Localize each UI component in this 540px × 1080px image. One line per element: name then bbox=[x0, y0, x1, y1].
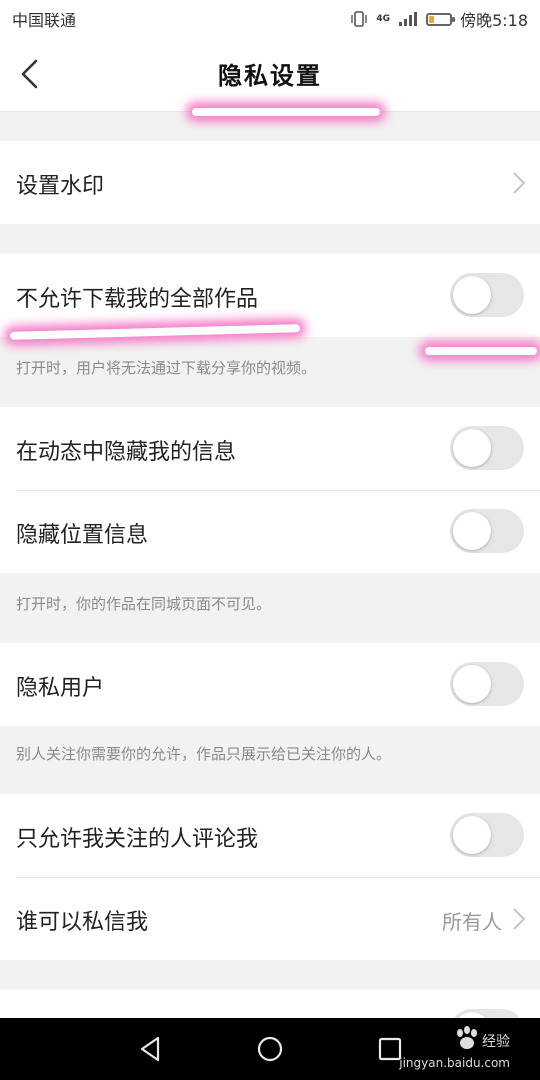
row-divider bbox=[16, 877, 540, 878]
triangle-back-icon[interactable] bbox=[136, 1034, 166, 1064]
setting-label: 谁可以私信我 bbox=[16, 910, 149, 935]
network-type-icon: 4G bbox=[376, 13, 391, 24]
toggle-hide-location[interactable] bbox=[450, 509, 524, 553]
description-location: 打开时，你的作品在同城页面不可见。 bbox=[16, 595, 272, 613]
setting-label: 只允许我关注的人评论我 bbox=[16, 827, 259, 852]
toggle-knob bbox=[453, 276, 491, 314]
clock: 傍晚5:18 bbox=[460, 11, 528, 30]
setting-row-hide-activity[interactable]: 在动态中隐藏我的信息 bbox=[0, 407, 540, 490]
toggle-knob bbox=[453, 816, 491, 854]
nav-header: 隐私设置 bbox=[0, 38, 540, 112]
chevron-right-icon bbox=[513, 908, 526, 930]
watermark-logo-text: 经验 bbox=[482, 1034, 510, 1050]
battery-icon bbox=[426, 12, 456, 26]
vibrate-icon bbox=[351, 11, 368, 27]
toggle-knob bbox=[453, 429, 491, 467]
toggle-disallow-download[interactable] bbox=[450, 273, 524, 317]
setting-row-hide-location[interactable]: 隐藏位置信息 bbox=[0, 490, 540, 573]
setting-label: 隐私用户 bbox=[16, 676, 105, 701]
setting-label: 设置水印 bbox=[16, 174, 105, 199]
battery-level bbox=[429, 15, 435, 23]
description-download: 打开时，用户将无法通过下载分享你的视频。 bbox=[16, 359, 317, 377]
setting-row-who-can-message[interactable]: 谁可以私信我 所有人 bbox=[0, 877, 540, 960]
page-title: 隐私设置 bbox=[218, 62, 322, 90]
watermark-text: jingyan.baidu.com bbox=[399, 1056, 510, 1070]
signal-icon bbox=[399, 12, 418, 26]
status-icons: 4G 傍晚5:18 bbox=[350, 7, 528, 31]
setting-row-partial[interactable] bbox=[0, 990, 540, 1018]
toggle-hide-activity[interactable] bbox=[450, 426, 524, 470]
circle-home-icon[interactable] bbox=[255, 1034, 285, 1064]
toggle-knob bbox=[453, 665, 491, 703]
toggle-private-user[interactable] bbox=[450, 662, 524, 706]
chevron-right-icon bbox=[513, 172, 526, 194]
carrier-label: 中国联通 bbox=[12, 11, 77, 30]
message-permission-value: 所有人 bbox=[442, 910, 502, 934]
status-bar: 中国联通 4G 傍晚5:18 bbox=[0, 0, 540, 38]
system-nav-bar: 经验 jingyan.baidu.com bbox=[0, 1018, 540, 1080]
setting-label: 不允许下载我的全部作品 bbox=[16, 287, 259, 312]
toggle-knob bbox=[453, 512, 491, 550]
setting-row-private-user[interactable]: 隐私用户 bbox=[0, 643, 540, 726]
setting-row-watermark[interactable]: 设置水印 bbox=[0, 141, 540, 224]
setting-label: 隐藏位置信息 bbox=[16, 523, 149, 548]
toggle-partial[interactable] bbox=[450, 1009, 524, 1018]
setting-row-comment-following[interactable]: 只允许我关注的人评论我 bbox=[0, 794, 540, 877]
toggle-comment-following[interactable] bbox=[450, 813, 524, 857]
row-divider bbox=[16, 490, 540, 491]
description-private-user: 别人关注你需要你的允许，作品只展示给已关注你的人。 bbox=[16, 745, 392, 763]
baidu-paw-logo-icon: 经验 bbox=[457, 1026, 510, 1050]
title-highlight-mark bbox=[192, 108, 380, 116]
toggle-highlight-mark bbox=[425, 347, 537, 355]
setting-label: 在动态中隐藏我的信息 bbox=[16, 440, 237, 465]
